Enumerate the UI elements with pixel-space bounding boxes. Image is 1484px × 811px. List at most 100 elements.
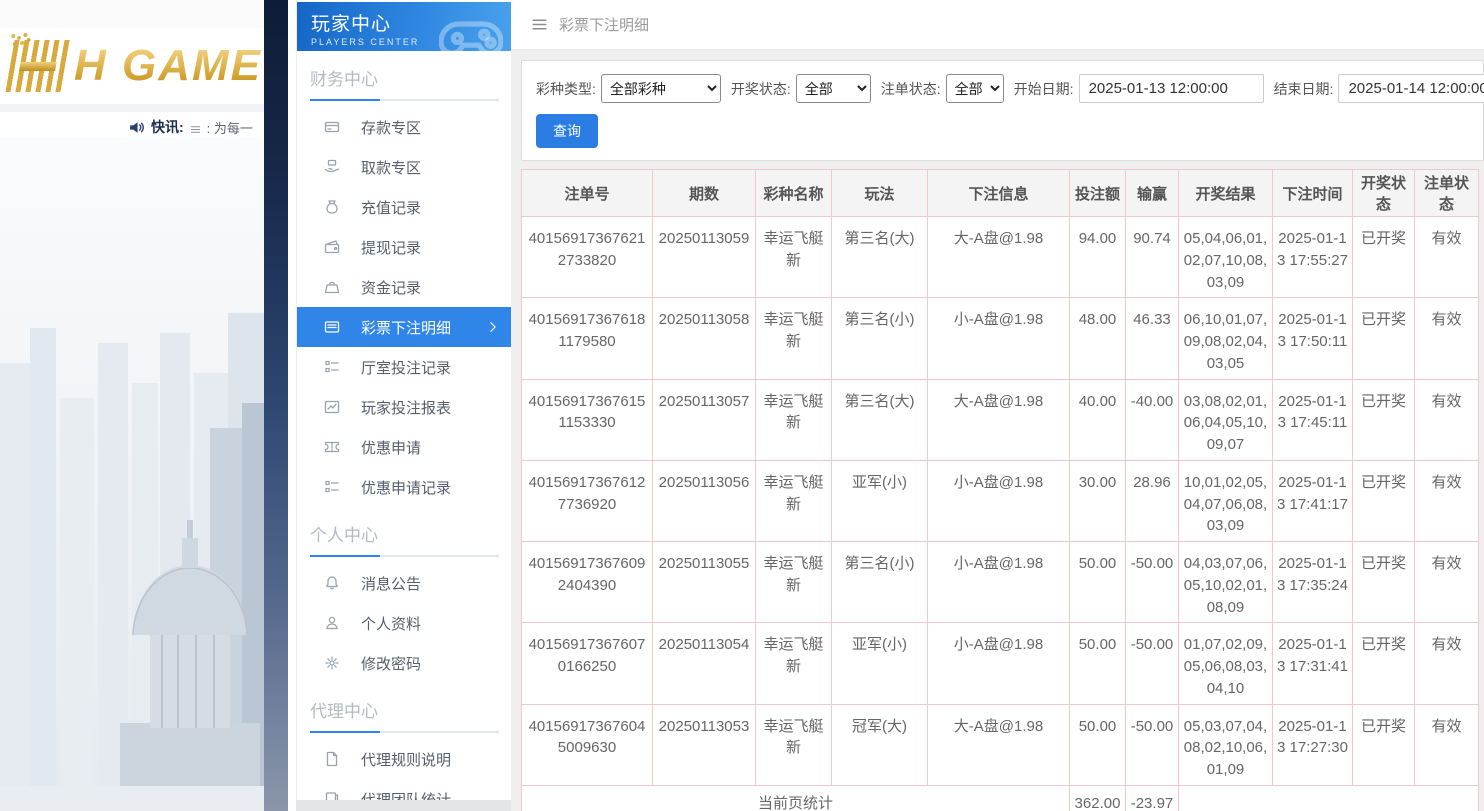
- cell-order-no: 401569173676127736920: [522, 460, 653, 541]
- sidebar-item-label: 玩家投注报表: [361, 397, 451, 418]
- players-center-header: 玩家中心 PLAYERS CENTER: [297, 2, 511, 51]
- section-divider: [310, 99, 499, 101]
- barcode-h-logo-icon: [5, 40, 70, 92]
- cell-bet-amount: 50.00: [1070, 542, 1126, 623]
- cell-bet-info: 小-A盘@1.98: [928, 623, 1070, 704]
- cell-draw-result: 05,03,07,04,08,02,10,06,01,09: [1179, 704, 1273, 785]
- page-title: 彩票下注明细: [559, 14, 649, 35]
- sidebar-item-agent-rules[interactable]: 代理规则说明: [297, 739, 511, 779]
- sidebar-item-withdraw-records[interactable]: 提现记录: [297, 227, 511, 267]
- coupon-icon: [324, 439, 340, 455]
- cell-period: 20250113058: [653, 298, 756, 379]
- cell-draw-result: 10,01,02,05,04,07,06,08,03,09: [1179, 460, 1273, 541]
- cell-lottery-name: 幸运飞艇新: [756, 217, 832, 298]
- hamburger-menu-icon[interactable]: [531, 16, 548, 33]
- filter-draw-status: 开奖状态: 全部: [731, 74, 871, 103]
- summary-label: 当前页统计: [522, 785, 1070, 811]
- cell-order-status: 有效: [1415, 704, 1479, 785]
- sidebar-item-label: 代理团队统计: [361, 789, 451, 801]
- cell-win-loss: -50.00: [1126, 623, 1179, 704]
- cell-lottery-name: 幸运飞艇新: [756, 460, 832, 541]
- cell-play-type: 第三名(小): [832, 298, 928, 379]
- cell-draw-result: 01,07,02,09,05,06,08,03,04,10: [1179, 623, 1273, 704]
- sidebar-item-label: 资金记录: [361, 277, 421, 298]
- sidebar-item-change-password[interactable]: 修改密码: [297, 643, 511, 683]
- cell-bet-amount: 50.00: [1070, 704, 1126, 785]
- cell-bet-amount: 50.00: [1070, 623, 1126, 704]
- gamepad-icon: [439, 6, 503, 50]
- order-status-label: 注单状态:: [881, 79, 941, 99]
- cell-win-loss: 46.33: [1126, 298, 1179, 379]
- main-topbar: 彩票下注明细: [511, 0, 1484, 50]
- report-chart-icon: [324, 399, 340, 415]
- cell-play-type: 亚军(小): [832, 623, 928, 704]
- cell-win-loss: -50.00: [1126, 704, 1179, 785]
- section-divider: [310, 555, 499, 557]
- cell-bet-amount: 94.00: [1070, 217, 1126, 298]
- cell-lottery-name: 幸运飞艇新: [756, 623, 832, 704]
- draw-status-select[interactable]: 全部: [796, 74, 871, 103]
- filter-end-date: 结束日期:: [1274, 74, 1484, 103]
- section-divider: [310, 731, 499, 733]
- chevron-right-icon: [486, 320, 500, 334]
- sidebar-item-profile[interactable]: 个人资料: [297, 603, 511, 643]
- col-header-order-no: 注单号: [522, 170, 653, 217]
- cell-period: 20250113053: [653, 704, 756, 785]
- filter-panel: 彩种类型: 全部彩种 开奖状态: 全部 注单状态:: [521, 60, 1484, 161]
- sidebar-item-lottery-bet-details[interactable]: 彩票下注明细: [297, 307, 511, 347]
- site-header: H GAME: [0, 28, 264, 104]
- lottery-type-label: 彩种类型:: [536, 79, 596, 99]
- sidebar-item-label: 存款专区: [361, 117, 421, 138]
- cell-bet-amount: 48.00: [1070, 298, 1126, 379]
- table-row: 40156917367615115333020250113057幸运飞艇新第三名…: [522, 379, 1479, 460]
- cell-order-no: 401569173676045009630: [522, 704, 653, 785]
- sidebar-item-withdraw-zone[interactable]: 取款专区: [297, 147, 511, 187]
- table-row: 40156917367604500963020250113053幸运飞艇新冠军(…: [522, 704, 1479, 785]
- sidebar-item-funds-records[interactable]: 资金记录: [297, 267, 511, 307]
- cell-lottery-name: 幸运飞艇新: [756, 704, 832, 785]
- sidebar-item-deposit-zone[interactable]: 存款专区: [297, 107, 511, 147]
- logo-text: H GAME: [74, 41, 262, 91]
- cell-draw-status: 已开奖: [1353, 460, 1415, 541]
- sidebar-item-player-bet-report[interactable]: 玩家投注报表: [297, 387, 511, 427]
- cell-lottery-name: 幸运飞艇新: [756, 379, 832, 460]
- summary-bet-amount: 362.00: [1070, 785, 1126, 811]
- col-header-bet-time: 下注时间: [1273, 170, 1353, 217]
- sidebar-item-label: 彩票下注明细: [361, 317, 451, 338]
- sidebar-item-recharge-records[interactable]: 充值记录: [297, 187, 511, 227]
- sidebar-item-hall-bet-records[interactable]: 厅室投注记录: [297, 347, 511, 387]
- list-icon: [324, 479, 340, 495]
- query-button[interactable]: 查询: [536, 114, 598, 148]
- sidebar-item-promo-apply-records[interactable]: 优惠申请记录: [297, 467, 511, 507]
- lottery-type-select[interactable]: 全部彩种: [601, 74, 721, 103]
- cell-bet-info: 小-A盘@1.98: [928, 460, 1070, 541]
- start-date-input[interactable]: [1079, 74, 1264, 103]
- cell-order-no: 401569173676151153330: [522, 379, 653, 460]
- table-row: 40156917367609240439020250113055幸运飞艇新第三名…: [522, 542, 1479, 623]
- cell-order-status: 有效: [1415, 542, 1479, 623]
- list-icon: [324, 359, 340, 375]
- cell-order-no: 401569173676092404390: [522, 542, 653, 623]
- underlying-site: H GAME 快讯: : 为每一: [0, 0, 264, 811]
- filter-start-date: 开始日期:: [1014, 74, 1264, 103]
- capitol-skyline-graphic: [0, 138, 264, 811]
- cell-period: 20250113056: [653, 460, 756, 541]
- cell-draw-status: 已开奖: [1353, 298, 1415, 379]
- cell-win-loss: 90.74: [1126, 217, 1179, 298]
- cell-draw-result: 06,10,01,07,09,08,02,04,03,05: [1179, 298, 1273, 379]
- cell-draw-result: 05,04,06,01,02,07,10,08,03,09: [1179, 217, 1273, 298]
- end-date-input[interactable]: [1338, 74, 1484, 103]
- sidebar-item-agent-team-stats[interactable]: 代理团队统计: [297, 779, 511, 800]
- bet-detail-icon: [324, 319, 340, 335]
- cell-bet-time: 2025-01-13 17:35:24: [1273, 542, 1353, 623]
- document-icon: [324, 751, 340, 767]
- sidebar-item-promo-apply[interactable]: 优惠申请: [297, 427, 511, 467]
- cell-bet-time: 2025-01-13 17:45:11: [1273, 379, 1353, 460]
- order-status-select[interactable]: 全部: [946, 74, 1004, 103]
- cell-bet-time: 2025-01-13 17:50:11: [1273, 298, 1353, 379]
- sidebar-item-messages[interactable]: 消息公告: [297, 563, 511, 603]
- sidebar-item-label: 提现记录: [361, 237, 421, 258]
- summary-empty: [1179, 785, 1479, 811]
- news-ticker-text: : 为每一: [207, 118, 253, 137]
- cell-order-status: 有效: [1415, 460, 1479, 541]
